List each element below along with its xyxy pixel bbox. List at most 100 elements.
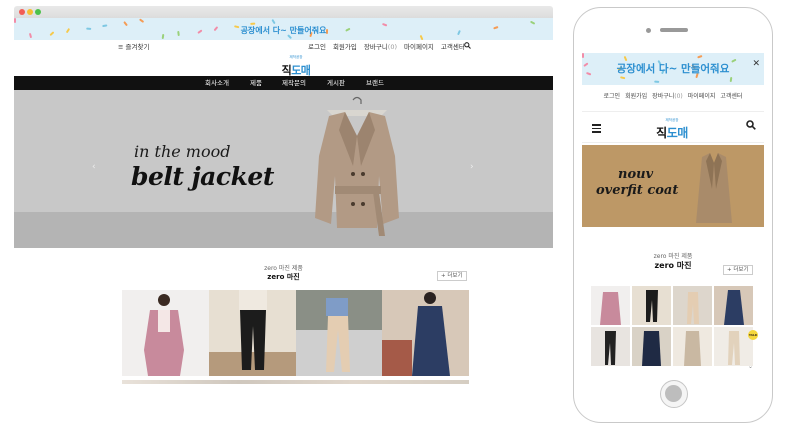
nav-item-products[interactable]: 제품 (250, 76, 262, 90)
hero-next-arrow[interactable]: › (470, 162, 474, 172)
desktop-browser-mockup: 공장에서 다~ 만들어줘요 ≡ 즐겨찾기 로그인 회원가입 장바구니(0) 마이… (14, 6, 553, 406)
confetti-piece (29, 32, 33, 39)
close-window-dot[interactable] (19, 9, 25, 15)
phone-mockup: 공장에서 다~ 만들어줘요 ✕ 로그인 회원가입 장바구니(0) 마이페이지 고… (573, 7, 773, 423)
confetti-piece (624, 55, 628, 62)
confetti-piece (123, 21, 128, 26)
confetti-piece (582, 53, 584, 58)
nav-item-inquiry[interactable]: 제작문의 (282, 76, 306, 90)
nav-item-board[interactable]: 게시판 (327, 76, 345, 90)
camera-dot (646, 28, 651, 33)
phone-screen: 공장에서 다~ 만들어줘요 ✕ 로그인 회원가입 장바구니(0) 마이페이지 고… (582, 53, 764, 373)
confetti-piece (177, 30, 180, 37)
mobile-mypage-link[interactable]: 마이페이지 (688, 91, 716, 100)
product-thumb[interactable] (632, 327, 671, 366)
mobile-signup-link[interactable]: 회원가입 (625, 91, 647, 100)
home-button[interactable] (660, 380, 688, 408)
site-logo[interactable]: 제작공장 직도매 (279, 55, 313, 77)
bookmark-link[interactable]: ≡ 즐겨찾기 (118, 40, 149, 54)
section-subtitle: zero 마진 제품 (264, 265, 303, 272)
mobile-site-logo[interactable]: 제작공장 직도매 (652, 118, 692, 141)
hero-floor (14, 212, 553, 248)
cart-count: (0) (387, 43, 398, 51)
mobile-more-button[interactable]: + 더보기 (723, 265, 753, 275)
menu-icon: ≡ (118, 43, 124, 51)
product-thumb[interactable] (208, 290, 296, 376)
mobile-utility-links: 로그인 회원가입 장바구니(0) 마이페이지 고객센터 (582, 91, 764, 100)
close-icon[interactable]: ✕ (752, 59, 760, 69)
confetti-piece (161, 33, 164, 40)
confetti-piece (697, 54, 703, 59)
mobile-logo-wordmark: 직도매 (656, 126, 688, 140)
mobile-banner-line2: overfit coat (596, 183, 679, 198)
product-thumb[interactable] (673, 286, 712, 325)
confetti-piece (271, 18, 276, 25)
mobile-hero-banner[interactable]: nouv overfit coat (582, 145, 764, 227)
confetti-piece (345, 27, 351, 32)
speaker-grille (660, 28, 688, 32)
login-link[interactable]: 로그인 (308, 40, 326, 54)
confetti-piece (102, 24, 108, 27)
confetti-piece (14, 18, 16, 23)
mobile-header: 제작공장 직도매 (582, 111, 764, 143)
hamburger-menu-icon[interactable] (592, 124, 601, 135)
mobile-customer-center-link[interactable]: 고객센터 (720, 91, 742, 100)
kakao-talk-chat-icon[interactable]: TALK (748, 330, 758, 340)
mobile-promo-banner[interactable]: 공장에서 다~ 만들어줘요 (582, 53, 764, 85)
mobile-cart-count: (0) (674, 93, 683, 100)
product-thumb[interactable] (382, 290, 469, 376)
confetti-piece (530, 20, 536, 25)
browser-title-bar (14, 6, 553, 18)
confetti-piece (325, 28, 328, 35)
confetti-piece (250, 22, 256, 25)
confetti-piece (731, 58, 737, 63)
product-thumb[interactable] (632, 286, 671, 325)
product-thumb[interactable] (122, 290, 209, 376)
account-links: 로그인 회원가입 장바구니(0) 마이페이지 고객센터 (308, 40, 465, 54)
confetti-piece (586, 71, 592, 76)
confetti-piece (213, 26, 218, 31)
mobile-login-link[interactable]: 로그인 (604, 91, 621, 100)
product-thumb[interactable] (591, 286, 630, 325)
product-thumb[interactable] (673, 327, 712, 366)
more-button[interactable]: + 더보기 (437, 271, 467, 281)
product-thumb[interactable] (295, 290, 383, 376)
promo-banner[interactable]: 공장에서 다~ 만들어줘요 (14, 18, 553, 40)
mypage-link[interactable]: 마이페이지 (404, 40, 434, 54)
confetti-piece (197, 29, 203, 34)
utility-bar: ≡ 즐겨찾기 로그인 회원가입 장바구니(0) 마이페이지 고객센터 (14, 40, 553, 54)
confetti-piece (49, 31, 55, 36)
confetti-piece (86, 27, 92, 30)
hero-line1: in the mood (134, 142, 231, 161)
confetti-piece (382, 22, 388, 27)
confetti-piece (620, 76, 626, 79)
product-thumb[interactable] (714, 286, 753, 325)
maximize-window-dot[interactable] (35, 9, 41, 15)
customer-center-link[interactable]: 고객센터 (441, 40, 465, 54)
mobile-search-icon[interactable] (746, 120, 756, 133)
hero-slider[interactable]: ‹ › in the mood belt jacket (14, 90, 553, 248)
nav-item-brand[interactable]: 브랜드 (366, 76, 384, 90)
mobile-section-subtitle: zero 마진 제품 (653, 253, 693, 260)
product-grid (122, 290, 469, 376)
confetti-piece (234, 25, 240, 28)
chevron-down-icon[interactable]: ⌄ (748, 363, 753, 370)
hero-prev-arrow[interactable]: ‹ (92, 162, 96, 172)
mobile-banner-line1: nouv (618, 167, 654, 182)
main-nav: 회사소개 제품 제작문의 게시판 브랜드 (14, 76, 553, 90)
minimize-window-dot[interactable] (27, 9, 33, 15)
product-thumb[interactable] (591, 327, 630, 366)
cart-link[interactable]: 장바구니(0) (364, 40, 397, 54)
signup-link[interactable]: 회원가입 (333, 40, 357, 54)
mobile-product-grid (591, 286, 755, 366)
mobile-cart-link[interactable]: 장바구니(0) (652, 91, 683, 100)
jacket-image (315, 96, 399, 236)
promo-text: 공장에서 다~ 만들어줘요 (240, 26, 327, 35)
confetti-piece (729, 76, 732, 83)
next-row-hint (122, 380, 469, 384)
coat-image (696, 153, 732, 223)
nav-item-about[interactable]: 회사소개 (205, 76, 229, 90)
search-icon[interactable] (464, 40, 471, 54)
confetti-piece (139, 18, 145, 23)
bookmark-label: 즐겨찾기 (125, 43, 150, 51)
